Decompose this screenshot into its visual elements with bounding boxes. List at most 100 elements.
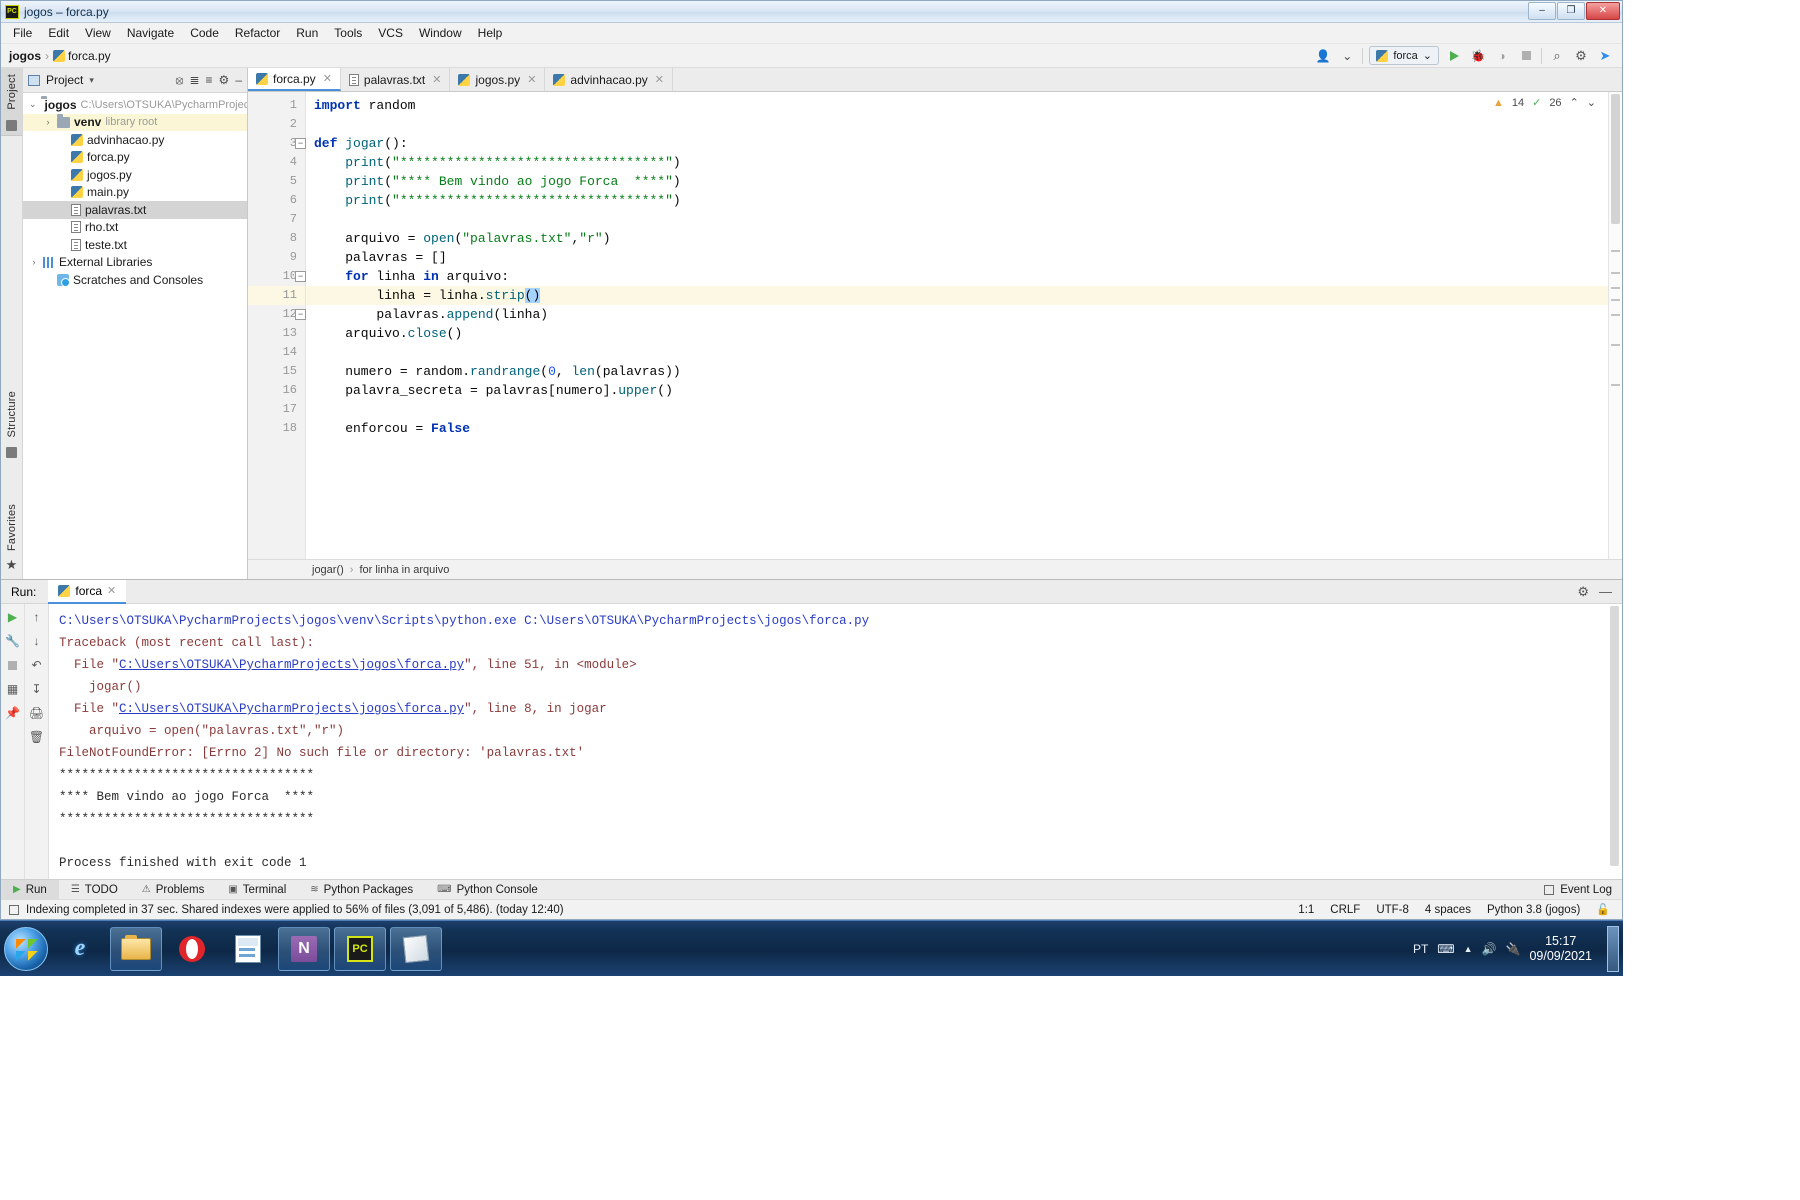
- up-arrow-icon[interactable]: ↑: [30, 610, 44, 624]
- run-tab-forca[interactable]: forca ✕: [48, 579, 127, 604]
- tool-window-bar[interactable]: ▶ Run ☰ TODO ⚠ Problems ▣ Terminal ≋ Python Packa…: [1, 879, 1622, 900]
- menu-help[interactable]: Help: [470, 24, 511, 42]
- line-number[interactable]: 1: [248, 96, 305, 115]
- run-configuration-selector[interactable]: forca ⌄: [1369, 46, 1439, 65]
- user-icon[interactable]: 👤: [1314, 47, 1332, 65]
- tree-node-jogos-py[interactable]: jogos.py: [23, 166, 247, 184]
- stop-icon[interactable]: [6, 658, 20, 672]
- taskbar-item-internet-explorer[interactable]: e: [54, 927, 106, 971]
- tree-node-jogos[interactable]: ⌄ jogos C:\Users\OTSUKA\PycharmProjects: [23, 96, 247, 114]
- power-icon[interactable]: 🔌: [1505, 942, 1520, 956]
- menu-vcs[interactable]: VCS: [370, 24, 411, 42]
- trash-icon[interactable]: 🗑: [29, 730, 44, 744]
- language-indicator[interactable]: PT: [1413, 942, 1428, 956]
- rail-project-label[interactable]: Project: [6, 68, 18, 116]
- chevron-icon[interactable]: ›: [29, 257, 39, 267]
- line-number[interactable]: 4: [248, 153, 305, 172]
- minimize-button[interactable]: –: [1528, 2, 1556, 20]
- chevron-icon[interactable]: ›: [43, 117, 53, 127]
- code-line[interactable]: print("*********************************…: [306, 191, 1608, 210]
- hide-icon[interactable]: –: [235, 73, 242, 87]
- line-number[interactable]: 8: [248, 229, 305, 248]
- close-icon[interactable]: ✕: [655, 73, 664, 86]
- line-number[interactable]: 14: [248, 343, 305, 362]
- taskbar-item-notepad[interactable]: [390, 926, 442, 971]
- console-file-link[interactable]: C:\Users\OTSUKA\PycharmProjects\jogos\fo…: [119, 658, 464, 672]
- breadcrumb-project[interactable]: jogos: [9, 49, 41, 63]
- tool-window-run[interactable]: ▶ Run: [1, 879, 59, 900]
- rerun-icon[interactable]: ▶: [6, 610, 20, 624]
- run-button[interactable]: [1445, 47, 1463, 65]
- python-interpreter[interactable]: Python 3.8 (jogos): [1487, 904, 1580, 916]
- event-log-group[interactable]: Event Log: [1544, 884, 1622, 896]
- taskbar-item-pycharm[interactable]: PC: [334, 926, 386, 971]
- line-number[interactable]: 16: [248, 381, 305, 400]
- code-line[interactable]: def jogar():: [306, 134, 1608, 153]
- close-icon[interactable]: ✕: [432, 73, 441, 86]
- code-line[interactable]: numero = random.randrange(0, len(palavra…: [306, 362, 1608, 381]
- search-icon[interactable]: ⌕: [1548, 47, 1566, 65]
- console-file-link[interactable]: C:\Users\OTSUKA\PycharmProjects\jogos\fo…: [119, 702, 464, 716]
- pin-icon[interactable]: 📌: [5, 706, 20, 720]
- close-button[interactable]: ✕: [1586, 2, 1620, 20]
- code-line[interactable]: [306, 115, 1608, 134]
- editor-tab-jogos-py[interactable]: jogos.py ✕: [450, 68, 546, 91]
- code-line[interactable]: import random: [306, 96, 1608, 115]
- breadcrumb-context[interactable]: for linha in arquivo: [359, 564, 449, 576]
- taskbar-clock[interactable]: 15:17 09/09/2021: [1529, 934, 1592, 964]
- start-button[interactable]: [4, 926, 48, 971]
- rail-structure-label[interactable]: Structure: [6, 385, 18, 443]
- coverage-icon[interactable]: ◑: [1493, 47, 1511, 65]
- line-number[interactable]: 17: [248, 400, 305, 419]
- gear-icon[interactable]: ⚙: [1572, 47, 1590, 65]
- tool-window-todo[interactable]: ☰ TODO: [59, 880, 130, 900]
- line-number[interactable]: 15: [248, 362, 305, 381]
- lock-icon[interactable]: 🔓: [1596, 903, 1610, 916]
- taskbar-item-excel[interactable]: [222, 927, 274, 971]
- close-icon[interactable]: ✕: [323, 72, 332, 85]
- code-line[interactable]: arquivo = open("palavras.txt","r"): [306, 229, 1608, 248]
- marker-scroll-bar[interactable]: [1608, 92, 1622, 559]
- code-line[interactable]: linha = linha.strip(): [306, 286, 1608, 305]
- menu-view[interactable]: View: [77, 24, 119, 42]
- menu-refactor[interactable]: Refactor: [227, 24, 288, 42]
- file-encoding[interactable]: UTF-8: [1376, 904, 1409, 916]
- menu-tools[interactable]: Tools: [326, 24, 370, 42]
- breadcrumb-file[interactable]: forca.py: [53, 49, 111, 63]
- taskbar-item-onenote[interactable]: N: [278, 926, 330, 971]
- tree-node-advinhacao-py[interactable]: advinhacao.py: [23, 131, 247, 149]
- code-fold-icon[interactable]: −: [295, 138, 306, 149]
- layout-icon[interactable]: ▦: [6, 682, 20, 696]
- caret-position[interactable]: 1:1: [1298, 904, 1314, 916]
- menu-run[interactable]: Run: [288, 24, 326, 42]
- expand-icon[interactable]: ≣: [189, 73, 199, 87]
- project-tree[interactable]: ⌄ jogos C:\Users\OTSUKA\PycharmProjects › ve…: [23, 93, 247, 579]
- menu-edit[interactable]: Edit: [40, 24, 77, 42]
- volume-icon[interactable]: 🔊: [1482, 942, 1497, 956]
- down-arrow-icon[interactable]: ↓: [30, 634, 44, 648]
- code-line[interactable]: enforcou = False: [306, 419, 1608, 438]
- code-editor[interactable]: 1 2 3 4 5 6 7 8 9 10 11 12 13 14 15 16 17 18− − − import ra…: [248, 92, 1622, 559]
- line-number[interactable]: 18: [248, 419, 305, 438]
- line-number[interactable]: 6: [248, 191, 305, 210]
- menu-window[interactable]: Window: [411, 24, 470, 42]
- update-icon[interactable]: ➤: [1596, 47, 1614, 65]
- tree-node-rho-txt[interactable]: rho.txt: [23, 219, 247, 237]
- code-fold-icon[interactable]: −: [295, 271, 306, 282]
- hide-icon[interactable]: —: [1599, 584, 1612, 600]
- tree-node-palavras-txt[interactable]: palavras.txt: [23, 201, 247, 219]
- show-hidden-icons[interactable]: ▲: [1464, 944, 1473, 954]
- tree-node-scratches-and-consoles[interactable]: Scratches and Consoles: [23, 271, 247, 289]
- editor-scrollbar-thumb[interactable]: [1611, 94, 1620, 224]
- line-number[interactable]: 2: [248, 115, 305, 134]
- code-line[interactable]: palavras.append(linha): [306, 305, 1608, 324]
- show-desktop-button[interactable]: [1607, 925, 1619, 972]
- print-icon[interactable]: 🖨: [29, 706, 44, 720]
- code-line[interactable]: [306, 210, 1608, 229]
- debug-icon[interactable]: 🐞: [1469, 47, 1487, 65]
- wrench-icon[interactable]: 🔧: [5, 634, 20, 648]
- collapse-icon[interactable]: ≡: [206, 73, 213, 87]
- tool-window-python-packages[interactable]: ≋ Python Packages: [298, 880, 425, 900]
- tool-window-terminal[interactable]: ▣ Terminal: [216, 880, 298, 900]
- code-line[interactable]: palavras = []: [306, 248, 1608, 267]
